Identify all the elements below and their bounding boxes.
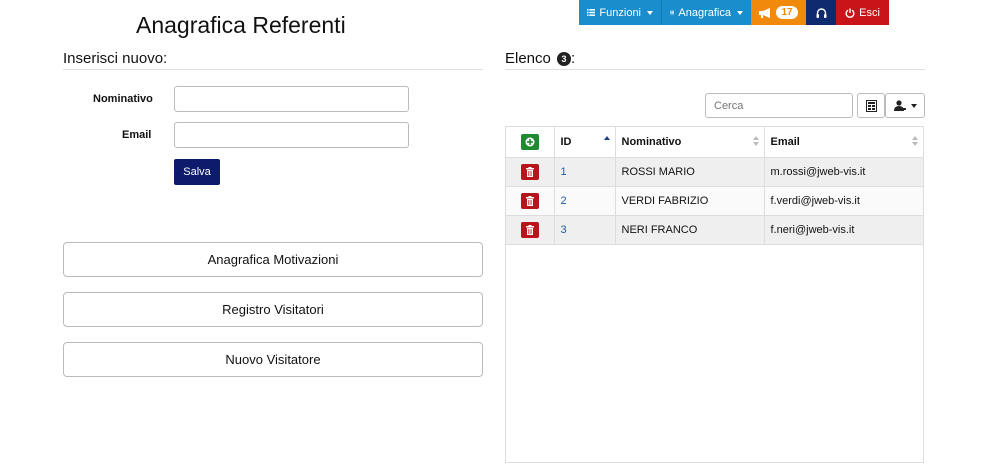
trash-icon: [525, 166, 534, 177]
row-actions-cell: [506, 157, 555, 187]
id-link[interactable]: 2: [561, 195, 567, 207]
sort-both-icon: [912, 136, 918, 146]
nominativo-cell: ROSSI MARIO: [615, 157, 765, 187]
id-link[interactable]: 1: [561, 166, 567, 178]
caret-down-icon: [737, 10, 743, 15]
email-cell: f.neri@jweb-vis.it: [764, 215, 923, 245]
email-cell: m.rossi@jweb-vis.it: [764, 157, 923, 187]
table-row: 3 NERI FRANCO f.neri@jweb-vis.it: [506, 215, 923, 245]
nav-anagrafica-button[interactable]: Anagrafica: [661, 0, 751, 25]
plus-circle-icon: [525, 137, 535, 147]
table-row: 1 ROSSI MARIO m.rossi@jweb-vis.it: [506, 157, 923, 187]
notifications-badge: 17: [776, 6, 798, 19]
list-heading-suffix: :: [571, 50, 576, 67]
nav-funzioni-label: Funzioni: [599, 6, 641, 19]
email-input[interactable]: [174, 122, 409, 148]
column-header-id-label: ID: [560, 135, 572, 148]
row-actions-cell: [506, 215, 555, 245]
table-header-actions: [506, 127, 555, 158]
nominativo-cell: NERI FRANCO: [615, 215, 765, 245]
nominativo-cell: VERDI FABRIZIO: [615, 186, 765, 216]
headphones-icon: [816, 7, 826, 18]
columns-toggle-button[interactable]: [885, 93, 925, 118]
list-count-badge: 3: [557, 52, 572, 67]
nav-funzioni-button[interactable]: Funzioni: [579, 0, 661, 25]
trash-icon: [525, 195, 534, 206]
column-header-id[interactable]: ID: [554, 127, 616, 158]
referenti-table: ID Nominativo Email 1 ROSSI MARIO m.ross…: [505, 126, 924, 463]
delete-button[interactable]: [520, 163, 539, 180]
nuovo-visitatore-button[interactable]: Nuovo Visitatore: [63, 342, 483, 377]
export-button[interactable]: [857, 93, 885, 118]
caret-down-icon: [647, 10, 653, 15]
megaphone-icon: [759, 7, 771, 18]
notifications-button[interactable]: 17: [751, 0, 806, 25]
page-title: Anagrafica Referenti: [136, 12, 346, 38]
trash-icon: [525, 224, 534, 235]
form-divider: [63, 69, 483, 70]
column-header-email-label: Email: [770, 135, 800, 148]
id-cell[interactable]: 3: [554, 215, 616, 245]
caret-down-icon: [910, 103, 917, 108]
list-divider: [505, 69, 925, 70]
spreadsheet-icon: [865, 99, 877, 112]
user-icon: [893, 100, 906, 111]
table-row: 2 VERDI FABRIZIO f.verdi@jweb-vis.it: [506, 186, 923, 216]
list-icon: [587, 9, 596, 16]
power-icon: [845, 8, 855, 18]
sort-asc-icon: [603, 136, 610, 140]
save-button[interactable]: Salva: [174, 159, 220, 185]
email-label: Email: [122, 129, 152, 141]
nav-anagrafica-label: Anagrafica: [678, 6, 731, 19]
headphones-button[interactable]: [806, 0, 836, 25]
row-actions-cell: [506, 186, 555, 216]
logout-button[interactable]: Esci: [836, 0, 889, 25]
nominativo-label: Nominativo: [93, 93, 153, 105]
search-input[interactable]: [705, 93, 853, 118]
add-button[interactable]: [520, 133, 539, 150]
id-cell[interactable]: 1: [554, 157, 616, 187]
id-link[interactable]: 3: [561, 224, 567, 236]
anagrafica-motivazioni-button[interactable]: Anagrafica Motivazioni: [63, 242, 483, 277]
sort-both-icon: [752, 136, 759, 146]
id-cell[interactable]: 2: [554, 186, 616, 216]
list-icon: [670, 10, 675, 15]
logout-label: Esci: [859, 6, 880, 19]
registro-visitatori-button[interactable]: Registro Visitatori: [63, 292, 483, 327]
top-navbar: Funzioni Anagrafica 17 Esci: [579, 0, 889, 25]
nominativo-input[interactable]: [174, 86, 409, 112]
email-cell: f.verdi@jweb-vis.it: [764, 186, 923, 216]
list-heading-label: Elenco: [505, 50, 551, 67]
list-heading: Elenco 3:: [505, 50, 575, 67]
column-header-email[interactable]: Email: [764, 127, 923, 158]
delete-button[interactable]: [520, 192, 539, 209]
form-heading: Inserisci nuovo:: [63, 50, 168, 67]
column-header-nominativo-label: Nominativo: [621, 135, 682, 148]
column-header-nominativo[interactable]: Nominativo: [615, 127, 765, 158]
delete-button[interactable]: [520, 221, 539, 238]
